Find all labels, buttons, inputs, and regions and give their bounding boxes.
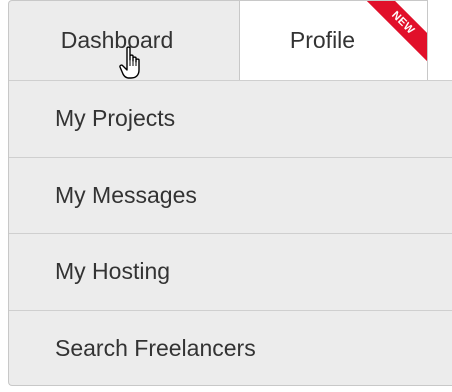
menu-item-my-hosting[interactable]: My Hosting	[9, 233, 452, 310]
menu-item-label: My Projects	[55, 105, 176, 132]
menu-item-my-messages[interactable]: My Messages	[9, 156, 452, 234]
tab-dashboard[interactable]: Dashboard	[8, 0, 240, 80]
menu-item-label: My Hosting	[55, 258, 171, 285]
tab-bar: Dashboard Profile NEW	[8, 0, 452, 80]
menu-item-label: Search Freelancers	[55, 334, 256, 361]
dashboard-dropdown: My Projects My Messages My Hosting Searc…	[8, 80, 452, 386]
tab-profile[interactable]: Profile NEW	[240, 0, 428, 80]
menu-item-label: My Messages	[55, 181, 197, 208]
menu-item-search-freelancers[interactable]: Search Freelancers	[9, 309, 452, 387]
navigation-menu: Dashboard Profile NEW My Projects My Mes…	[8, 0, 452, 386]
tab-dashboard-label: Dashboard	[60, 27, 174, 53]
new-badge: NEW	[360, 1, 427, 66]
menu-item-my-projects[interactable]: My Projects	[9, 80, 452, 157]
tab-bar-filler	[428, 0, 452, 80]
tab-profile-label: Profile	[289, 27, 356, 53]
